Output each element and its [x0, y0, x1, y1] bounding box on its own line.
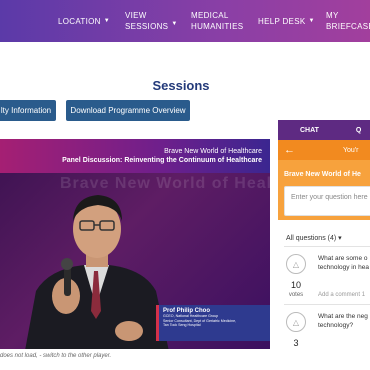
chevron-down-icon: ▼	[171, 21, 178, 27]
tab-chat[interactable]: CHAT	[300, 127, 319, 134]
video-banner: Brave New World of Healthcare Panel Disc…	[0, 139, 270, 173]
nav-label-medical: MEDICAL	[191, 11, 229, 20]
chevron-down-icon: ▼	[103, 17, 110, 24]
speaker-role-3: Tan Tock Seng Hospital	[163, 323, 201, 328]
nav-item-location[interactable]: LOCATION ▼	[58, 0, 110, 42]
divider	[284, 304, 370, 305]
back-arrow-icon[interactable]: ←	[284, 144, 295, 156]
question-text-line2: technology?	[318, 322, 354, 329]
question-text-line1: What are some o	[318, 255, 368, 262]
divider	[284, 246, 370, 247]
question-text-line1: What are the neg	[318, 313, 368, 320]
faculty-information-button[interactable]: lty Information	[0, 100, 56, 121]
nav-item-medical-humanities[interactable]: MEDICAL HUMANITIES	[191, 0, 243, 42]
upvote-icon[interactable]: △	[286, 312, 306, 332]
top-navigation-bar: LOCATION ▼ VIEW SESSIONS ▼ MEDICAL HUMAN…	[0, 0, 370, 42]
questions-filter-dropdown[interactable]: All questions (4) ▾	[286, 234, 342, 242]
add-comment-link[interactable]: Add a comment 1	[318, 292, 365, 298]
question-input[interactable]: Enter your question here	[284, 186, 370, 216]
chat-tabs: CHAT Q	[278, 120, 370, 140]
banner-event-title: Brave New World of Healthcare	[164, 148, 262, 155]
nav-label-sessions: SESSIONS	[125, 22, 169, 31]
tab-qa[interactable]: Q	[356, 127, 361, 134]
chevron-down-icon: ▼	[308, 17, 315, 24]
qa-compose-area: Brave New World of He Enter your questio…	[278, 160, 370, 220]
banner-session-title: Panel Discussion: Reinventing the Contin…	[62, 157, 262, 164]
nav-item-my-briefcase[interactable]: MY BRIEFCASE	[326, 0, 370, 42]
chevron-down-icon: ▾	[338, 235, 342, 242]
qa-header-text: You'r	[343, 146, 359, 154]
video-player[interactable]: Brave New World of Healthcare Panel Disc…	[0, 139, 270, 349]
qa-header: ← You'r	[278, 140, 370, 160]
speaker-nameplate: Prof Philip Choo GCEO, National Healthca…	[156, 305, 270, 341]
vote-count: 10	[290, 280, 301, 290]
video-fallback-note: does not load, - switch to the other pla…	[0, 353, 112, 359]
upvote-icon[interactable]: △	[286, 254, 306, 274]
nav-label-help-desk: HELP DESK	[258, 16, 306, 26]
page-title: Sessions	[152, 78, 210, 93]
nav-label-briefcase: BRIEFCASE	[326, 22, 370, 31]
vote-count: 3	[293, 338, 299, 348]
nav-label-humanities: HUMANITIES	[191, 22, 244, 31]
download-programme-overview-button[interactable]: Download Programme Overview	[66, 100, 190, 121]
qa-session-title: Brave New World of He	[284, 171, 361, 178]
nav-item-help-desk[interactable]: HELP DESK ▼	[258, 0, 315, 42]
nav-label-my: MY	[326, 11, 339, 20]
chat-qa-panel: CHAT Q ← You'r Brave New World of He Ent…	[278, 120, 370, 370]
question-text-line2: technology in hea	[318, 264, 369, 271]
nav-label-view: VIEW	[125, 11, 147, 20]
nav-label-location: LOCATION	[58, 16, 101, 26]
vote-label: votes	[288, 292, 304, 298]
filter-label: All questions (4)	[286, 235, 337, 242]
nav-item-view-sessions[interactable]: VIEW SESSIONS ▼	[125, 0, 178, 42]
